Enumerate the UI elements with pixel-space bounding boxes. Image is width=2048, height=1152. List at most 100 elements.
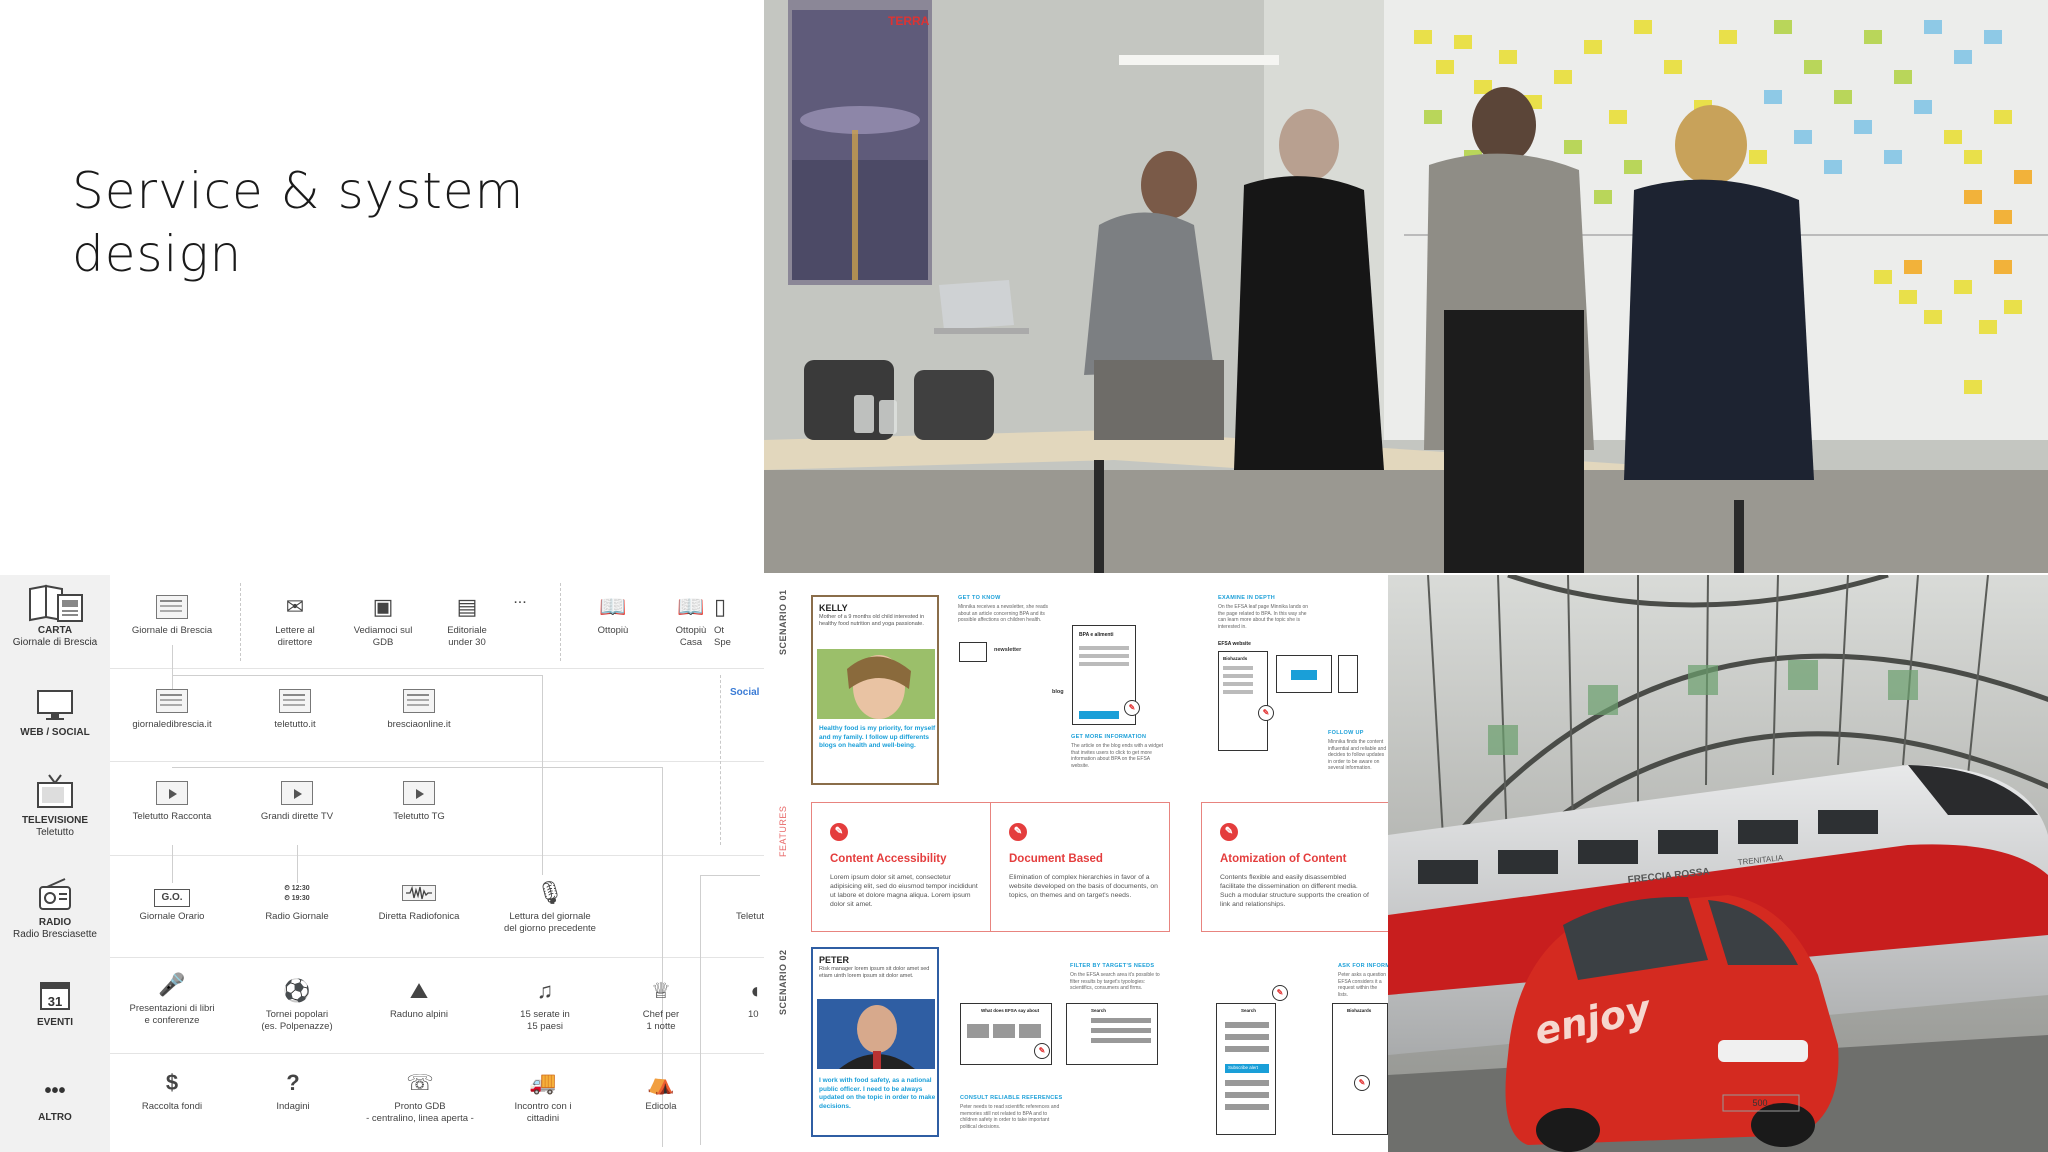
node-label: 10	[748, 1009, 759, 1020]
node-label: Teletutto TG	[393, 811, 445, 822]
mock-label: Search	[1241, 1008, 1257, 1013]
feature-title: Content Accessibility	[830, 853, 947, 865]
connector-line	[542, 675, 543, 875]
node-edicola: ⛺ Edicola	[606, 1065, 716, 1113]
book-icon: ▯	[714, 594, 727, 619]
row-divider	[110, 957, 764, 958]
node-label: Pronto GDB - centralino, linea aperta -	[366, 1101, 474, 1124]
node-raccolta-fondi: $ Raccolta fondi	[117, 1065, 227, 1113]
row-divider	[110, 1053, 764, 1054]
step-label: EXAMINE IN DEPTH	[1218, 595, 1276, 601]
node-label: Presentazioni di libri e conferenze	[129, 1003, 215, 1026]
row-sublabel: Giornale di Brescia	[12, 637, 98, 648]
step-label: CONSULT RELIABLE REFERENCES	[960, 1095, 1063, 1101]
row-label: RADIO	[38, 917, 72, 928]
step-label: ASK FOR INFORM	[1338, 963, 1388, 969]
pdf-icon: ✎	[1034, 1043, 1050, 1059]
partial-icon: ◖	[748, 978, 762, 1003]
phone-mockup: Biohazards	[1218, 651, 1268, 751]
node-label: Incontro con i cittadini	[514, 1101, 572, 1124]
node-label: Radio Giornale	[265, 911, 329, 922]
persona-quote: Healthy food is my priority, for myself …	[819, 725, 936, 749]
feature-atomization: ✎ Atomization of Content Contents flexib…	[1201, 802, 1388, 932]
node-eventi-partial: ◖ 10	[748, 973, 764, 1021]
browser-icon	[364, 683, 474, 719]
video-icon	[364, 775, 474, 811]
monitor-icon	[0, 685, 110, 727]
row-label: CARTA	[37, 625, 73, 636]
pdf-icon: ✎	[1009, 823, 1027, 841]
node-presentazioni: 🎤 Presentazioni di libri e conferenze	[117, 967, 227, 1027]
go-badge-icon: G.O.	[117, 875, 227, 911]
pdf-icon: ✎	[1272, 985, 1288, 1001]
persona-name: PETER	[819, 955, 850, 965]
group-separator	[720, 675, 721, 845]
workshop-photo-illustration: TERRA	[764, 0, 2048, 573]
node-label: Indagini	[276, 1101, 310, 1112]
row-label: TELEVISIONE	[21, 815, 89, 826]
slide-title-line2: design	[72, 225, 243, 283]
subscribe-button-label: Subscribe alert	[1228, 1065, 1259, 1070]
step-label: FILTER BY TARGET'S NEEDS	[1070, 963, 1155, 969]
step-label: FOLLOW UP	[1328, 730, 1364, 736]
node-label: Diretta Radiofonica	[378, 911, 460, 922]
node-diretta-radiofonica: Diretta Radiofonica	[364, 875, 474, 923]
persona-kelly: KELLY Mother of a 9 months old child int…	[811, 595, 939, 785]
slide-title: Service & system design	[72, 160, 712, 286]
envelope-icon	[959, 642, 987, 662]
channel-map: CARTA Giornale di Brescia WEB / SOCIAL T…	[0, 575, 764, 1152]
node-label: Grandi dirette TV	[260, 811, 334, 822]
step-body: Minnika finds the content influential an…	[1328, 739, 1387, 771]
feature-body: Lorem ipsum dolor sit amet, consectetur …	[830, 874, 978, 908]
browser-icon	[117, 683, 227, 719]
connector-line	[700, 875, 760, 876]
slide-title-line1: Service & system	[72, 162, 525, 220]
node-label: Edicola	[645, 1101, 677, 1112]
node-raduno-alpini: ⛰ Raduno alpini	[364, 973, 474, 1021]
node-grandi-dirette: Grandi dirette TV	[242, 775, 352, 823]
mock-label: Search	[1091, 1008, 1107, 1013]
mock-label: Biohazards	[1347, 1008, 1372, 1013]
persona-peter: PETER Risk manager lorem ipsum sit dolor…	[811, 947, 939, 1137]
pdf-icon: ✎	[1124, 700, 1140, 716]
row-sublabel: Teletutto	[36, 827, 74, 838]
newspaper-icon	[0, 583, 110, 625]
node-giornaledibrescia-it: giornaledibrescia.it	[117, 683, 227, 731]
feature-accessibility: ✎ Content Accessibility Lorem ipsum dolo…	[811, 802, 991, 932]
channel-row-eventi: 31 EVENTI	[0, 975, 110, 1029]
node-label: Lettura del giornale del giorno preceden…	[504, 911, 596, 934]
channel-row-tv: TELEVISIONE Teletutto	[0, 773, 110, 839]
row-divider	[110, 668, 764, 669]
persona-desc: Mother of a 9 months old child intereste…	[819, 614, 925, 627]
node-pronto-gdb: ☏ Pronto GDB - centralino, linea aperta …	[364, 1065, 476, 1125]
feature-document-based: ✎ Document Based Elimination of complex …	[990, 802, 1170, 932]
mock-label: BPA e alimenti	[1079, 632, 1114, 638]
train-photo-illustration: FRECCIA ROSSA TRENITALIA enjoy 500	[1388, 575, 2048, 1152]
train-photo: FRECCIA ROSSA TRENITALIA enjoy 500	[1388, 575, 2048, 1152]
social-label: Social	[730, 687, 760, 698]
persona-name: KELLY	[819, 603, 848, 613]
node-giornale-orario: G.O. Giornale Orario	[117, 875, 227, 923]
desktop-mockup: Search	[1066, 1003, 1158, 1065]
poster-brand: TERRA	[888, 14, 930, 28]
music-note-icon: ♫	[536, 978, 554, 1003]
kiosk-icon: ⛺	[647, 1070, 675, 1095]
row-divider	[110, 855, 764, 856]
tablet-mockup	[1338, 655, 1358, 693]
row-label: EVENTI	[36, 1017, 74, 1028]
step-body: Peter needs to read scientific reference…	[960, 1104, 1060, 1130]
question-icon: ?	[286, 1070, 300, 1095]
truck-icon: 🚚	[529, 1070, 557, 1095]
node-label: Raccolta fondi	[141, 1101, 203, 1112]
mock-label: What does EFSA say about	[981, 1008, 1040, 1013]
persona-desc: Risk manager lorem ipsum sit dolor amet …	[819, 966, 930, 979]
pdf-icon: ✎	[1354, 1075, 1370, 1091]
workshop-photo: TERRA	[764, 0, 2048, 573]
soundwave-icon	[364, 875, 474, 911]
tablet-mockup	[1276, 655, 1332, 693]
step-body: On the EFSA leaf page Minnika lands on t…	[1218, 604, 1309, 630]
node-chef: ♕ Chef per 1 notte	[606, 973, 716, 1033]
step-body: Peter asks a question EFSA considers it …	[1338, 972, 1387, 998]
node-label: Ot Spe	[714, 625, 731, 648]
node-bresciaonline-it: bresciaonline.it	[364, 683, 474, 731]
